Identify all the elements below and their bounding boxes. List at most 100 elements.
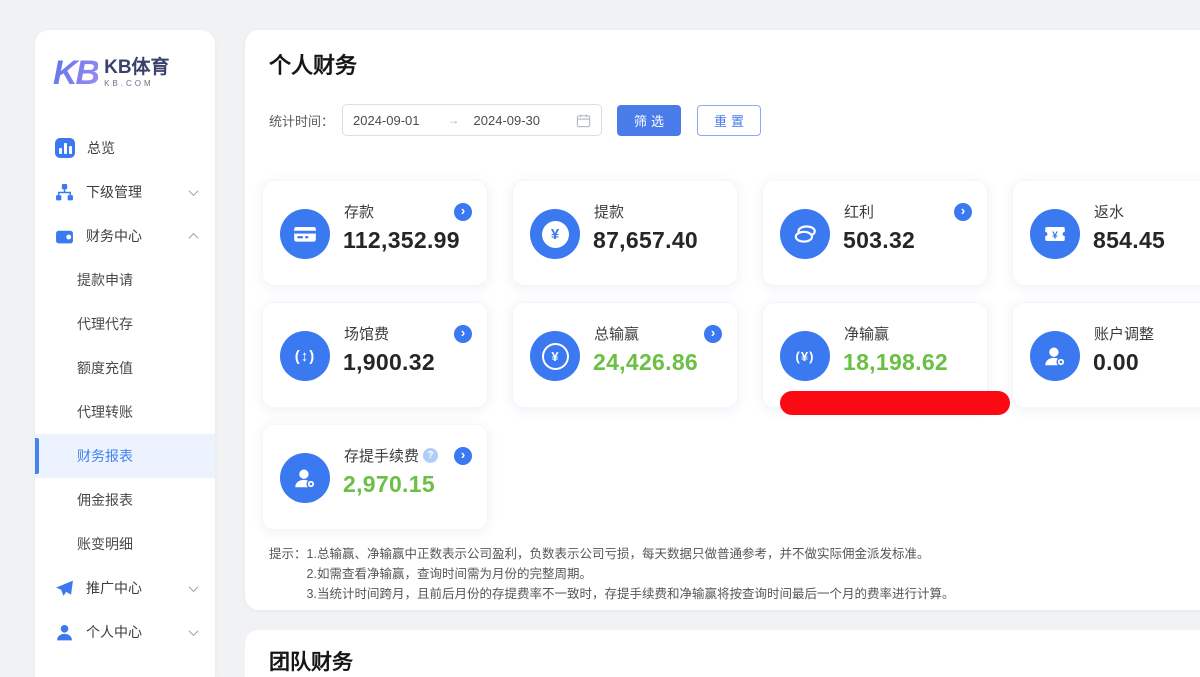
chevron-up-icon [189,232,199,242]
arrow-right-icon[interactable]: › [954,203,972,221]
card-transaction-fee[interactable]: 存提手续费 ? › 2,970.15 [262,424,488,530]
arrow-right-icon[interactable]: › [454,447,472,465]
card-value: 87,657.40 [593,227,698,254]
sidebar-item-label: 额度充值 [77,358,133,378]
sidebar-item-promotion-center[interactable]: 推广中心 [35,566,215,610]
card-value: 0.00 [1093,349,1139,376]
user-icon [55,623,74,642]
stat-cards-grid: 存款 › 112,352.99 ¥ 提款 87,657.40 红利 › 503.… [262,180,1200,530]
filter-row: 统计时间： 2024-09-01 → 2024-09-30 筛选 重置 [269,104,761,136]
arrow-right-icon[interactable]: › [704,325,722,343]
tips-line-3: 3.当统计时间跨月，且前后月份的存提费率不一致时，存提手续费和净输赢将按查询时间… [307,584,955,604]
sidebar-item-quota-recharge[interactable]: 额度充值 [35,346,215,390]
card-value: 112,352.99 [343,227,460,254]
sidebar-item-account-changes[interactable]: 账变明细 [35,522,215,566]
card-label: 提款 [594,201,624,222]
sidebar-item-label: 佣金报表 [77,490,133,510]
card-label: 返水 [1094,201,1124,222]
ticket-yen-icon: ¥ [1030,209,1080,259]
card-rebate[interactable]: ¥ 返水 854.45 [1012,180,1200,286]
user-gear-icon [1030,331,1080,381]
date-range-picker[interactable]: 2024-09-01 → 2024-09-30 [342,104,602,136]
chevron-down-icon [189,626,199,636]
sidebar-item-label: 财务中心 [86,226,142,246]
card-withdrawal[interactable]: ¥ 提款 87,657.40 [512,180,738,286]
sidebar-item-label: 账变明细 [77,534,133,554]
tips-line-2: 2.如需查看净输赢，查询时间需为月份的完整周期。 [307,564,955,584]
yen-coin-icon: ¥ [530,209,580,259]
card-label: 总输赢 [594,323,639,344]
page-title: 个人财务 [269,48,357,80]
credit-card-icon [280,209,330,259]
sidebar-item-label: 提款申请 [77,270,133,290]
coin-ring-yen-icon: ¥ [530,331,580,381]
sidebar-item-label: 推广中心 [86,578,142,598]
card-account-adjustment[interactable]: 账户调整 0.00 [1012,302,1200,408]
sidebar-item-agent-transfer[interactable]: 代理转账 [35,390,215,434]
card-label: 账户调整 [1094,323,1154,344]
sidebar-item-overview[interactable]: 总览 [35,126,215,170]
sidebar-item-label: 下级管理 [86,182,142,202]
brand-name: KB体育 [104,58,169,79]
card-label: 存款 [344,201,374,222]
sidebar-item-finance-center[interactable]: 财务中心 [35,214,215,258]
card-label: 存提手续费 ? [344,445,438,466]
sidebar-item-label: 代理代存 [77,314,133,334]
sidebar-item-label: 财务报表 [77,446,133,466]
calendar-icon[interactable] [576,113,591,128]
sidebar-item-label: 总览 [87,138,115,158]
bar-chart-icon [55,138,75,158]
paper-plane-icon [55,579,74,598]
tips-block: 提示： 1.总输赢、净输赢中正数表示公司盈利，负数表示公司亏损，每天数据只做普通… [269,544,954,604]
sidebar-item-personal-center[interactable]: 个人中心 [35,610,215,654]
sidebar-item-sub-mgmt[interactable]: 下级管理 [35,170,215,214]
card-total-winloss[interactable]: ¥ 总输赢 › 24,426.86 [512,302,738,408]
card-deposit[interactable]: 存款 › 112,352.99 [262,180,488,286]
venue-fee-icon: (↕) [280,331,330,381]
card-label: 红利 [844,201,874,222]
brand-logo: KB KB体育 KB.COM [35,30,215,90]
card-value: 1,900.32 [343,349,435,376]
arrow-right-icon[interactable]: › [454,203,472,221]
reset-button[interactable]: 重置 [697,105,761,136]
sidebar-menu: 总览 下级管理 财务中心 提款申请 代理代存 额 [35,126,215,654]
card-value: 2,970.15 [343,471,435,498]
chevron-down-icon [189,186,199,196]
card-value: 24,426.86 [593,349,698,376]
card-label: 净输赢 [844,323,889,344]
card-label: 场馆费 [344,323,389,344]
card-value: 18,198.62 [843,349,948,376]
sidebar-item-label: 代理转账 [77,402,133,422]
date-arrow-separator: → [448,113,460,127]
card-venue-fee[interactable]: (↕) 场馆费 › 1,900.32 [262,302,488,408]
help-question-icon[interactable]: ? [423,448,438,463]
card-value: 854.45 [1093,227,1165,254]
sidebar-item-commission-report[interactable]: 佣金报表 [35,478,215,522]
svg-text:¥: ¥ [1052,230,1058,241]
personal-finance-panel: 个人财务 统计时间： 2024-09-01 → 2024-09-30 筛选 重置 [245,30,1200,610]
sidebar-item-finance-report-active[interactable]: 财务报表 [35,434,215,478]
sidebar-item-withdraw-request[interactable]: 提款申请 [35,258,215,302]
chevron-down-icon [189,582,199,592]
team-section-title: 团队财务 [269,646,353,676]
wallet-icon [55,227,74,246]
end-date-value[interactable]: 2024-09-30 [474,113,541,128]
user-gear-icon [280,453,330,503]
card-label-text: 存提手续费 [344,445,419,466]
org-tree-icon [55,183,74,202]
net-winloss-icon: (¥) [780,331,830,381]
kb-logo-icon: KB [53,56,98,90]
brand-domain: KB.COM [104,79,169,88]
filter-button[interactable]: 筛选 [617,105,681,136]
tips-prefix: 提示： [269,544,307,604]
card-bonus[interactable]: 红利 › 503.32 [762,180,988,286]
sidebar-item-agent-deposit[interactable]: 代理代存 [35,302,215,346]
arrow-right-icon[interactable]: › [454,325,472,343]
team-finance-panel: 团队财务 [245,630,1200,677]
red-highlight-marker [780,391,1010,415]
sidebar: KB KB体育 KB.COM 总览 下级管理 财务中心 [35,30,215,677]
start-date-value[interactable]: 2024-09-01 [353,113,420,128]
stat-time-label: 统计时间： [269,111,334,130]
card-value: 503.32 [843,227,915,254]
sidebar-item-label: 个人中心 [86,622,142,642]
